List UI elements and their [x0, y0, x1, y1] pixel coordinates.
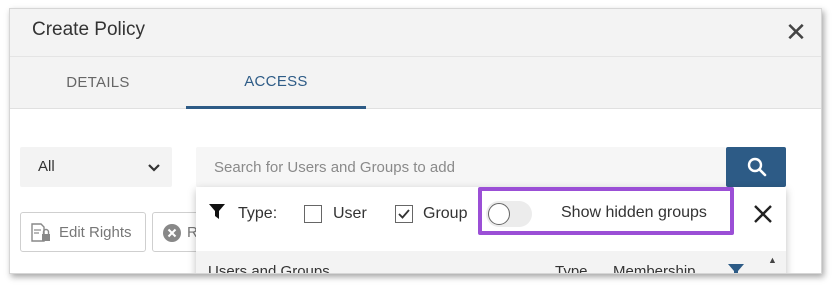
group-checkbox-label: Group [423, 205, 468, 222]
filter-icon[interactable] [727, 263, 745, 274]
remove-circle-icon [163, 224, 181, 242]
edit-rights-button[interactable]: Edit Rights [20, 212, 146, 252]
show-hidden-groups-label: Show hidden groups [561, 204, 707, 221]
column-users-and-groups[interactable]: Users and Groups [208, 263, 330, 273]
search-button[interactable] [726, 147, 786, 187]
tab-access[interactable]: ACCESS [186, 57, 366, 109]
close-icon[interactable]: ✕ [783, 17, 809, 47]
scope-select[interactable]: All [20, 147, 172, 187]
dialog-title: Create Policy [32, 19, 145, 40]
search-filter-dropdown: Type: User Group Show hidden groups User… [196, 187, 786, 274]
scope-select-value: All [38, 158, 55, 175]
tab-details[interactable]: DETAILS [10, 57, 186, 109]
checkmark-icon [398, 209, 410, 219]
chevron-down-icon [148, 164, 160, 172]
search-icon [747, 157, 767, 177]
type-filter-row: Type: User Group Show hidden groups [196, 187, 786, 241]
search-input[interactable] [196, 147, 726, 187]
close-icon[interactable] [750, 201, 776, 227]
column-membership[interactable]: Membership [613, 263, 696, 273]
user-checkbox-label: User [333, 205, 367, 222]
results-table-header: Users and Groups Type Membership ▲ [196, 251, 786, 274]
remove-button[interactable]: R [152, 212, 202, 252]
create-policy-dialog: Create Policy ✕ DETAILS ACCESS All Edit … [9, 8, 822, 274]
dialog-header: Create Policy ✕ [10, 9, 821, 57]
scroll-up-arrow-icon[interactable]: ▲ [768, 255, 777, 265]
show-hidden-groups-toggle[interactable] [486, 201, 532, 227]
tab-bar: DETAILS ACCESS [10, 57, 821, 109]
toggle-knob [488, 203, 510, 225]
column-type[interactable]: Type [555, 263, 588, 273]
lock-document-icon [31, 223, 50, 242]
user-checkbox[interactable] [304, 205, 322, 223]
group-checkbox[interactable] [395, 205, 413, 223]
type-filter-label: Type: [238, 205, 278, 222]
filter-icon [209, 204, 225, 219]
edit-rights-label: Edit Rights [59, 224, 132, 241]
